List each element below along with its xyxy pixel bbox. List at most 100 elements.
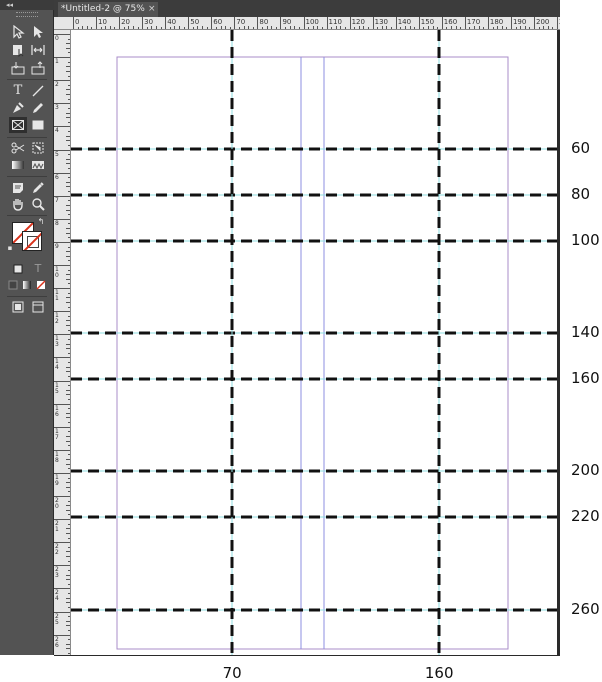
ruler-minor-tick (68, 191, 70, 193)
ruler-minor-tick (68, 468, 70, 470)
line-tool-icon[interactable] (29, 83, 47, 99)
ruler-minor-tick (409, 26, 411, 29)
ruler-minor-tick (515, 27, 517, 29)
type-tool-icon[interactable]: T (9, 83, 27, 99)
ruler-label: 50 (190, 18, 200, 26)
ruler-minor-tick (66, 297, 70, 299)
guide-label-vertical: 160 (424, 664, 454, 682)
ruler-minor-tick (437, 27, 439, 29)
vertical-ruler[interactable]: 0 1 2 3 4 5 6 7 8 9 10 11 12 13 14 15 16 17 18 19 20 21 22 23 24… (54, 30, 71, 655)
ruler-minor-tick (285, 27, 287, 29)
ruler-label: 18 (55, 450, 59, 464)
gap-tool-icon[interactable] (29, 42, 47, 58)
free-transform-tool-icon[interactable] (29, 140, 47, 156)
ruler-minor-tick (66, 112, 70, 114)
document-tab-bar: *Untitled-2 @ 75% × (54, 0, 560, 17)
hand-tool-icon[interactable] (9, 196, 27, 212)
ruler-minor-tick (66, 278, 70, 280)
ruler-minor-tick (68, 75, 70, 77)
ruler-minor-tick (179, 26, 181, 29)
ruler-tick (510, 17, 512, 29)
ruler-minor-tick (248, 26, 250, 29)
ruler-minor-tick (238, 27, 240, 29)
ruler-label: 25 (55, 612, 59, 626)
ruler-tick (280, 17, 282, 29)
pencil-tool-icon[interactable] (29, 100, 47, 116)
ruler-tick (326, 17, 328, 29)
ruler-tick (211, 17, 213, 29)
ruler-label: 13 (55, 335, 59, 349)
ruler-tick (372, 17, 374, 29)
ruler-minor-tick (66, 163, 70, 165)
tab-close-icon[interactable]: × (148, 2, 156, 17)
default-colors-icon[interactable]: ▪ (6, 244, 14, 252)
ruler-minor-tick (68, 329, 70, 331)
selection-tool-icon[interactable] (9, 24, 27, 40)
panel-grip[interactable] (16, 12, 38, 17)
ruler-minor-tick (66, 89, 70, 91)
horizontal-ruler[interactable]: 0 10 20 30 40 50 60 70 80 90 100 110 120 130 140 150 160… (54, 17, 560, 30)
ruler-minor-tick (66, 117, 70, 119)
ruler-minor-tick (501, 26, 503, 29)
eyedropper-tool-icon[interactable] (29, 180, 47, 196)
ruler-label: 2 (55, 81, 59, 89)
swap-colors-icon[interactable]: ↰ (36, 218, 46, 226)
formatting-text-icon[interactable]: T (29, 261, 47, 277)
gradient-swatch-tool-icon[interactable] (9, 157, 27, 173)
apply-none-icon[interactable] (32, 277, 50, 293)
ruler-minor-tick (321, 27, 323, 29)
ruler-minor-tick (68, 214, 70, 216)
ruler-minor-tick (469, 27, 471, 29)
page-tool-icon[interactable] (9, 42, 27, 58)
ruler-minor-tick (308, 27, 310, 29)
ruler-minor-tick (68, 583, 70, 585)
stroke-swatch-icon[interactable] (22, 231, 42, 251)
scissors-tool-icon[interactable] (9, 140, 27, 156)
tool-separator (7, 215, 47, 216)
ruler-label: 140 (397, 18, 412, 26)
gradient-feather-tool-icon[interactable] (29, 157, 47, 173)
zoom-tool-icon[interactable] (29, 196, 47, 212)
ruler-label: 200 (536, 18, 550, 26)
direct-selection-tool-icon[interactable] (29, 24, 47, 40)
document-tab[interactable]: *Untitled-2 @ 75% (58, 2, 158, 17)
screen-mode-icon[interactable] (29, 299, 47, 315)
ruler-minor-tick (225, 26, 227, 29)
ruler-label: 0 (55, 35, 59, 42)
ruler-minor-tick (66, 228, 70, 230)
ruler-minor-tick (68, 61, 70, 63)
ruler-minor-tick (552, 27, 554, 29)
ruler-minor-tick (68, 639, 70, 641)
ruler-label: 180 (489, 18, 504, 26)
ruler-minor-tick (68, 398, 70, 400)
ruler-minor-tick (197, 26, 199, 29)
ruler-tick (418, 17, 420, 29)
ruler-tick (464, 17, 466, 29)
ruler-minor-tick (252, 27, 254, 29)
content-collector-icon[interactable] (9, 60, 27, 76)
content-placer-icon[interactable] (29, 60, 47, 76)
ruler-label: 19 (55, 473, 59, 487)
ruler-minor-tick (132, 26, 134, 29)
ruler-minor-tick (68, 131, 70, 133)
ruler-minor-tick (243, 26, 245, 29)
note-tool-icon[interactable] (9, 180, 27, 196)
rectangle-frame-tool-icon[interactable] (9, 117, 27, 133)
document-canvas[interactable] (71, 30, 557, 655)
ruler-minor-tick (68, 223, 70, 225)
formatting-container-icon[interactable] (9, 261, 27, 277)
ruler-minor-tick (68, 477, 70, 479)
normal-view-mode-icon[interactable] (9, 299, 27, 315)
ruler-tick (395, 17, 397, 29)
ruler-minor-tick (66, 574, 70, 576)
ruler-label: 26 (55, 635, 59, 649)
ruler-label: 40 (167, 18, 177, 26)
ruler-minor-tick (100, 27, 102, 29)
canvas-bottom-edge (54, 655, 560, 656)
rectangle-tool-icon[interactable] (29, 117, 47, 133)
pen-tool-icon[interactable] (9, 100, 27, 116)
guide-label-horizontal: 200 (571, 461, 600, 479)
ruler-label: 21 (55, 520, 59, 534)
ruler-minor-tick (66, 135, 70, 137)
panel-collapse-button[interactable]: ◂◂ (0, 0, 54, 10)
